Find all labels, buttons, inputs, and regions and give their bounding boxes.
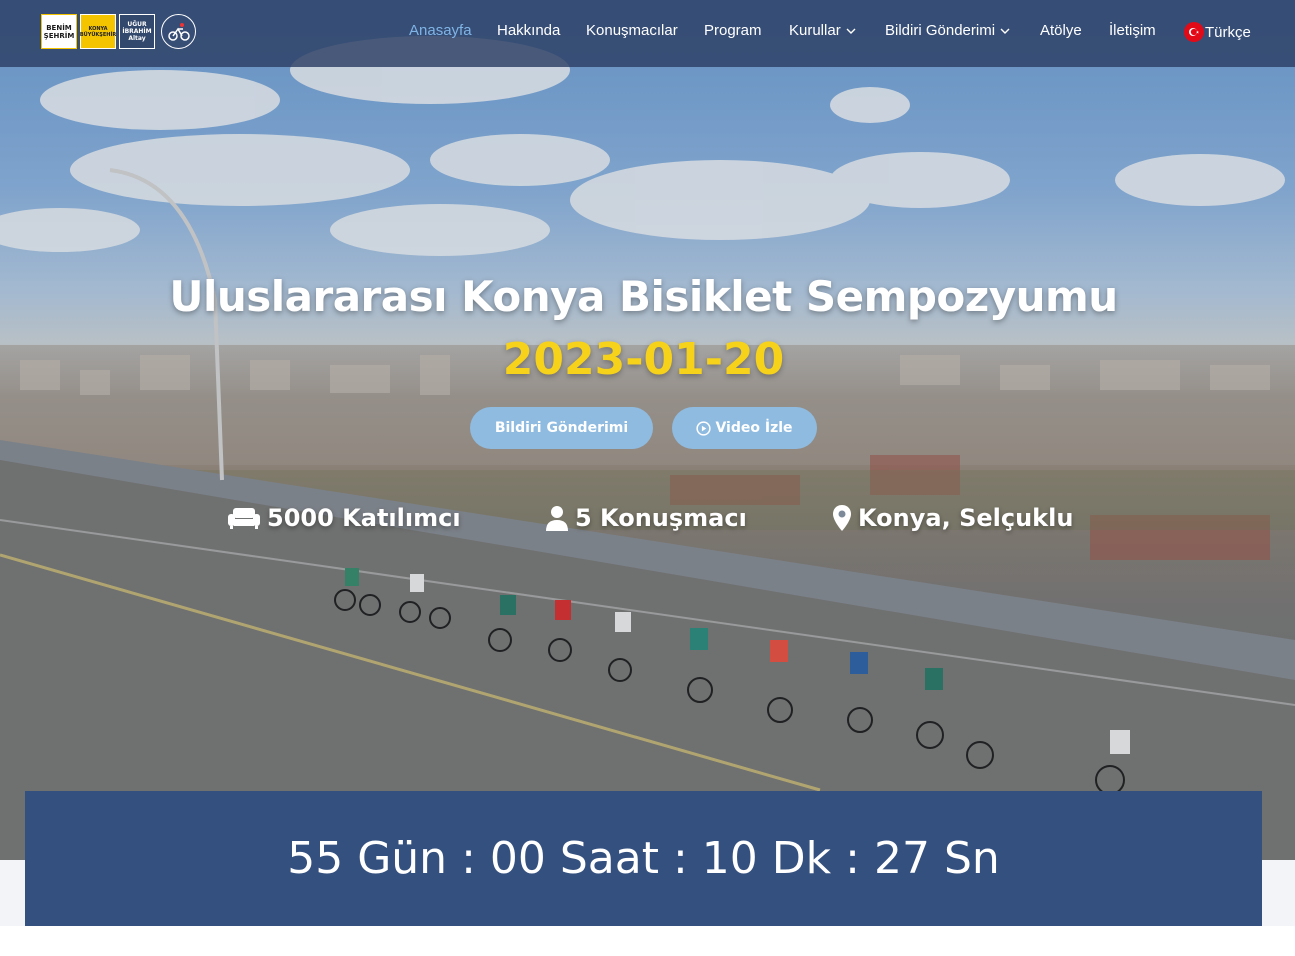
submit-paper-button[interactable]: Bildiri Gönderimi	[470, 407, 653, 449]
play-circle-icon	[696, 420, 712, 436]
language-label: Türkçe	[1205, 23, 1251, 41]
nav-label: Konuşmacılar	[586, 22, 678, 39]
countdown-days: 55	[287, 833, 344, 884]
nav-link-konusmacilar[interactable]: Konuşmacılar	[586, 22, 678, 39]
stat-text: 5000 Katılımcı	[267, 504, 461, 532]
language-selector[interactable]: Türkçe	[1184, 22, 1251, 42]
nav-link-iletisim[interactable]: İletişim	[1109, 22, 1156, 39]
stat-text: Konya, Selçuklu	[858, 504, 1074, 532]
countdown-minutes: 10	[701, 833, 758, 884]
nav-dropdown-kurullar[interactable]: Kurullar	[789, 22, 856, 39]
hero-title: Uluslararası Konya Bisiklet Sempozyumu	[169, 272, 1118, 321]
watch-video-button[interactable]: Video İzle	[672, 407, 817, 449]
stat-participants: 5000 Katılımcı	[227, 504, 461, 532]
countdown-timer: 55 Gün : 00 Saat : 10 Dk : 27 Sn	[25, 791, 1262, 926]
nav-dropdown-bildiri-gonderimi[interactable]: Bildiri Gönderimi	[885, 22, 1010, 39]
chevron-down-icon	[846, 28, 856, 34]
stat-speakers: 5 Konuşmacı	[545, 504, 747, 532]
nav-label: Anasayfa	[409, 22, 472, 39]
countdown-seconds-label: Sn	[943, 833, 1000, 884]
countdown-hours-label: Saat	[559, 833, 659, 884]
stat-location: Konya, Selçuklu	[832, 504, 1073, 532]
countdown-seconds: 27	[873, 833, 930, 884]
nav-label: Hakkında	[497, 22, 561, 39]
main-nav: Anasayfa Hakkında Konuşmacılar Program K…	[0, 22, 1295, 44]
chevron-down-icon	[1000, 28, 1010, 34]
turkey-flag-icon	[1184, 22, 1204, 42]
user-icon	[546, 506, 568, 531]
nav-label: Atölye	[1040, 22, 1082, 39]
nav-label: İletişim	[1109, 22, 1156, 39]
countdown-days-label: Gün	[357, 833, 448, 884]
countdown-minutes-label: Dk	[771, 833, 832, 884]
map-marker-icon	[833, 505, 851, 531]
nav-label: Kurullar	[789, 22, 841, 39]
nav-label: Bildiri Gönderimi	[885, 22, 996, 39]
couch-icon	[228, 508, 260, 529]
countdown-hours: 00	[489, 833, 546, 884]
nav-link-anasayfa[interactable]: Anasayfa	[409, 22, 472, 39]
button-label: Video İzle	[715, 420, 793, 436]
nav-link-hakkinda[interactable]: Hakkında	[497, 22, 560, 39]
nav-link-atolye[interactable]: Atölye	[1040, 22, 1082, 39]
stat-text: 5 Konuşmacı	[575, 504, 747, 532]
button-label: Bildiri Gönderimi	[494, 420, 629, 436]
event-date: 2023-01-20	[502, 334, 785, 385]
nav-label: Program	[704, 22, 762, 39]
nav-link-program[interactable]: Program	[704, 22, 762, 39]
top-navbar: BENİM ŞEHRİM KONYA BÜYÜKŞEHİR UĞUR İBRAH…	[0, 0, 1295, 67]
